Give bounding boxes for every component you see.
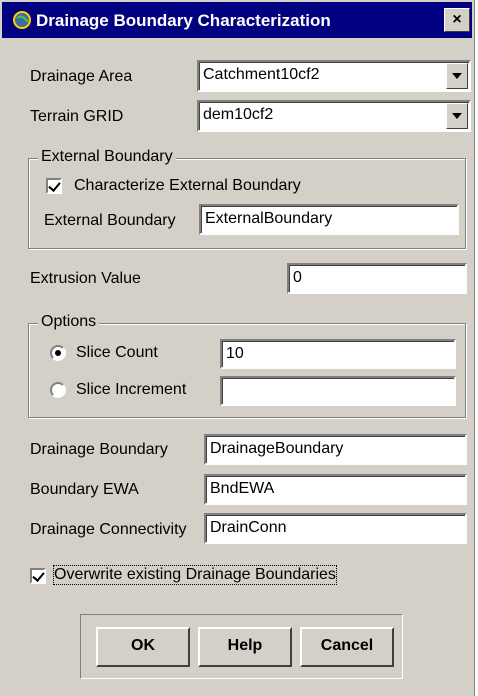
drainage-connectivity-input[interactable]: DrainConn bbox=[204, 513, 467, 544]
drainage-area-select[interactable]: Catchment10cf2 bbox=[197, 60, 471, 92]
terrain-grid-select[interactable]: dem10cf2 bbox=[197, 100, 471, 132]
characterize-external-boundary-checkbox[interactable] bbox=[46, 178, 62, 194]
slice-increment-input[interactable] bbox=[220, 376, 456, 406]
drainage-boundary-label: Drainage Boundary bbox=[30, 441, 168, 458]
drainage-area-label: Drainage Area bbox=[30, 68, 133, 85]
globe-icon bbox=[13, 11, 31, 29]
external-boundary-value: ExternalBoundary bbox=[205, 210, 333, 227]
boundary-ewa-input[interactable]: BndEWA bbox=[204, 474, 467, 505]
title-bar[interactable]: Drainage Boundary Characterization × bbox=[2, 2, 472, 38]
external-boundary-input[interactable]: ExternalBoundary bbox=[199, 204, 459, 235]
external-boundary-group-label: External Boundary bbox=[38, 148, 176, 166]
drainage-connectivity-label: Drainage Connectivity bbox=[30, 521, 187, 538]
boundary-ewa-value: BndEWA bbox=[210, 480, 275, 497]
overwrite-checkbox[interactable] bbox=[30, 568, 46, 584]
cancel-button[interactable]: Cancel bbox=[300, 627, 394, 667]
drainage-area-value: Catchment10cf2 bbox=[203, 66, 320, 83]
terrain-grid-value: dem10cf2 bbox=[203, 106, 274, 123]
slice-count-label[interactable]: Slice Count bbox=[76, 344, 158, 362]
chevron-down-icon[interactable] bbox=[446, 103, 468, 129]
slice-count-radio[interactable] bbox=[50, 345, 66, 361]
extrusion-value-label: Extrusion Value bbox=[30, 270, 141, 287]
drainage-connectivity-value: DrainConn bbox=[210, 519, 287, 536]
terrain-grid-label: Terrain GRID bbox=[30, 108, 124, 125]
overwrite-label[interactable]: Overwrite existing Drainage Boundaries bbox=[53, 565, 337, 585]
options-group-label: Options bbox=[38, 313, 100, 331]
extrusion-value-input[interactable]: 0 bbox=[287, 263, 467, 294]
external-boundary-field-label: External Boundary bbox=[44, 212, 176, 229]
characterize-external-boundary-label[interactable]: Characterize External Boundary bbox=[74, 177, 301, 195]
dialog-window: Drainage Boundary Characterization × Dra… bbox=[0, 0, 475, 696]
slice-count-value: 10 bbox=[226, 345, 244, 362]
close-button[interactable]: × bbox=[444, 8, 470, 32]
slice-increment-radio[interactable] bbox=[50, 382, 66, 398]
drainage-boundary-input[interactable]: DrainageBoundary bbox=[204, 434, 467, 465]
close-icon: × bbox=[452, 11, 462, 28]
slice-count-input[interactable]: 10 bbox=[220, 339, 456, 369]
drainage-boundary-value: DrainageBoundary bbox=[210, 440, 344, 457]
chevron-down-icon[interactable] bbox=[446, 63, 468, 89]
slice-increment-label[interactable]: Slice Increment bbox=[76, 381, 186, 399]
boundary-ewa-label: Boundary EWA bbox=[30, 481, 139, 498]
extrusion-value: 0 bbox=[293, 269, 302, 286]
ok-button[interactable]: OK bbox=[96, 627, 190, 667]
dialog-title: Drainage Boundary Characterization bbox=[36, 11, 331, 30]
help-button[interactable]: Help bbox=[198, 627, 292, 667]
